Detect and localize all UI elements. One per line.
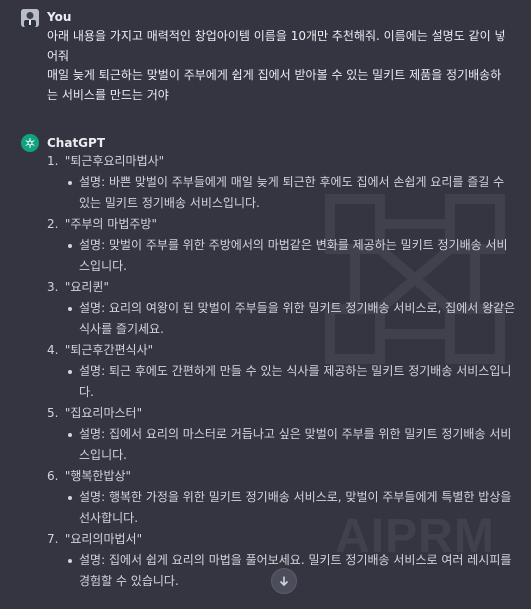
item-description: 설명: 요리의 여왕이 된 맞벌이 주부들을 위한 밀키트 정기배송 서비스로,… (68, 298, 517, 340)
item-number: 2. (47, 217, 59, 231)
item-number: 1. (47, 154, 59, 168)
assistant-name: ChatGPT (47, 136, 106, 150)
item-number: 5. (47, 406, 59, 420)
user-message-line: 매일 늦게 퇴근하는 맞벌이 주부에게 쉽게 집에서 받아볼 수 있는 밀키트 … (47, 68, 502, 102)
recommendation-list: 1. "퇴근후요리마법사" 설명: 바쁜 맞벌이 주부들에게 매일 늦게 퇴근한… (47, 151, 517, 592)
bullet-icon (68, 244, 72, 248)
item-description: 설명: 집에서 요리의 마스터로 거듭나고 싶은 맞벌이 주부를 위한 밀키트 … (68, 424, 517, 466)
item-description-text: 설명: 요리의 여왕이 된 맞벌이 주부들을 위한 밀키트 정기배송 서비스로,… (79, 301, 516, 336)
assistant-message: AIPRM ChatGPT 1. "퇴근후요리마법사" 설명: 바쁜 맞벌이 주… (0, 124, 531, 596)
openai-logo-icon (21, 134, 39, 152)
user-message: You 아래 내용을 가지고 매력적인 창업아이템 이름을 10개만 추천해줘.… (0, 0, 531, 112)
item-description-text: 설명: 맞벌이 주부를 위한 주방에서의 마법같은 변화를 제공하는 밀키트 정… (79, 238, 508, 273)
item-title: "주부의 마법주방" (64, 217, 157, 231)
bullet-icon (68, 559, 72, 563)
item-title-row: 3. "요리퀸" (47, 277, 517, 298)
list-item: 4. "퇴근후간편식사" 설명: 퇴근 후에도 간편하게 만들 수 있는 식사를… (47, 340, 517, 403)
user-avatar-icon (21, 9, 39, 27)
item-description-text: 설명: 퇴근 후에도 간편하게 만들 수 있는 식사를 제공하는 밀키트 정기배… (79, 364, 512, 399)
item-description: 설명: 퇴근 후에도 간편하게 만들 수 있는 식사를 제공하는 밀키트 정기배… (68, 361, 517, 403)
item-title-row: 7. "요리의마법서" (47, 529, 517, 550)
item-title: "요리의마법서" (64, 532, 143, 546)
list-item: 3. "요리퀸" 설명: 요리의 여왕이 된 맞벌이 주부들을 위한 밀키트 정… (47, 277, 517, 340)
arrow-down-icon (279, 576, 289, 587)
item-number: 3. (47, 280, 59, 294)
item-number: 6. (47, 469, 59, 483)
list-item: 1. "퇴근후요리마법사" 설명: 바쁜 맞벌이 주부들에게 매일 늦게 퇴근한… (47, 151, 517, 214)
item-title: "퇴근후간편식사" (64, 343, 154, 357)
item-number: 7. (47, 532, 59, 546)
item-title: "요리퀸" (64, 280, 109, 294)
bullet-icon (68, 307, 72, 311)
bullet-icon (68, 370, 72, 374)
bullet-icon (68, 181, 72, 185)
item-title-row: 6. "행복한밥상" (47, 466, 517, 487)
user-message-text: 아래 내용을 가지고 매력적인 창업아이템 이름을 10개만 추천해줘. 이름에… (47, 27, 507, 105)
item-title-row: 4. "퇴근후간편식사" (47, 340, 517, 361)
list-item: 5. "집요리마스터" 설명: 집에서 요리의 마스터로 거듭나고 싶은 맞벌이… (47, 403, 517, 466)
item-description-text: 설명: 행복한 가정을 위한 밀키트 정기배송 서비스로, 맞벌이 주부들에게 … (79, 490, 512, 525)
item-description: 설명: 맞벌이 주부를 위한 주방에서의 마법같은 변화를 제공하는 밀키트 정… (68, 235, 517, 277)
item-title: "퇴근후요리마법사" (64, 154, 165, 168)
bullet-icon (68, 496, 72, 500)
item-title: "집요리마스터" (64, 406, 143, 420)
item-title-row: 1. "퇴근후요리마법사" (47, 151, 517, 172)
user-message-line: 아래 내용을 가지고 매력적인 창업아이템 이름을 10개만 추천해줘. 이름에… (47, 29, 506, 63)
item-title-row: 2. "주부의 마법주방" (47, 214, 517, 235)
bullet-icon (68, 433, 72, 437)
scroll-to-bottom-button[interactable] (271, 568, 297, 594)
list-item: 2. "주부의 마법주방" 설명: 맞벌이 주부를 위한 주방에서의 마법같은 … (47, 214, 517, 277)
list-item: 6. "행복한밥상" 설명: 행복한 가정을 위한 밀키트 정기배송 서비스로,… (47, 466, 517, 529)
item-title-row: 5. "집요리마스터" (47, 403, 517, 424)
item-description: 설명: 행복한 가정을 위한 밀키트 정기배송 서비스로, 맞벌이 주부들에게 … (68, 487, 517, 529)
item-title: "행복한밥상" (64, 469, 132, 483)
item-description-text: 설명: 바쁜 맞벌이 주부들에게 매일 늦게 퇴근한 후에도 집에서 손쉽게 요… (79, 175, 505, 210)
item-number: 4. (47, 343, 59, 357)
item-description-text: 설명: 집에서 요리의 마스터로 거듭나고 싶은 맞벌이 주부를 위한 밀키트 … (79, 427, 512, 462)
item-description: 설명: 바쁜 맞벌이 주부들에게 매일 늦게 퇴근한 후에도 집에서 손쉽게 요… (68, 172, 517, 214)
user-name: You (47, 10, 72, 24)
